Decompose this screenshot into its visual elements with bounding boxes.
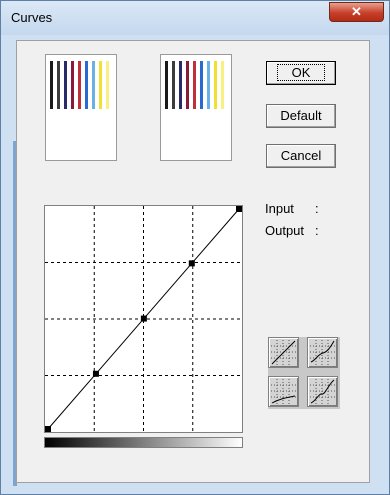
tone-gradient-bar — [44, 437, 243, 448]
brighten-curve-icon — [310, 340, 335, 365]
preview-stripe — [106, 61, 109, 109]
preview-stripe — [186, 61, 189, 109]
default-button[interactable]: Default — [266, 104, 336, 128]
preview-stripe — [99, 61, 102, 109]
darken-curve-icon — [271, 379, 296, 404]
preset-linear-button[interactable] — [268, 337, 299, 368]
preview-stripe — [221, 61, 224, 109]
ok-button-label: OK — [276, 64, 326, 81]
contrast-curve-icon — [310, 379, 335, 404]
preview-stripe — [64, 61, 67, 109]
curve-control-point[interactable] — [140, 315, 147, 322]
ok-button[interactable]: OK — [266, 61, 336, 85]
preview-stripe — [50, 61, 53, 109]
curve-control-point[interactable] — [236, 206, 242, 212]
preview-after-stripes — [165, 61, 227, 109]
dialog-client-area: OK Default Cancel Input : Output : — [16, 40, 370, 483]
linear-curve-icon — [271, 340, 296, 365]
preview-stripe — [179, 61, 182, 109]
close-icon: ✕ — [351, 4, 362, 19]
preset-brighten-button[interactable] — [307, 337, 338, 368]
title-bar[interactable]: Curves ✕ — [1, 1, 389, 35]
preview-stripe — [214, 61, 217, 109]
input-label: Input — [265, 201, 294, 216]
preview-after — [160, 54, 232, 161]
input-separator: : — [315, 201, 319, 216]
preview-stripe — [57, 61, 60, 109]
curve-presets — [268, 337, 340, 409]
preset-contrast-button[interactable] — [307, 376, 338, 407]
preview-stripe — [165, 61, 168, 109]
curve-graph[interactable] — [44, 205, 243, 433]
curve-control-point[interactable] — [92, 370, 99, 377]
preview-stripe — [172, 61, 175, 109]
preview-before — [45, 54, 117, 161]
preview-stripe — [71, 61, 74, 109]
preview-stripe — [92, 61, 95, 109]
curve-control-point[interactable] — [45, 426, 51, 432]
curve-control-point[interactable] — [188, 260, 195, 267]
output-label: Output — [265, 223, 305, 238]
preview-stripe — [200, 61, 203, 109]
close-button[interactable]: ✕ — [329, 2, 384, 22]
preview-stripe — [78, 61, 81, 109]
output-separator: : — [315, 223, 319, 238]
preview-stripe — [193, 61, 196, 109]
preview-before-stripes — [50, 61, 112, 109]
cancel-button[interactable]: Cancel — [266, 144, 336, 168]
preview-stripe — [85, 61, 88, 109]
curve-canvas[interactable] — [45, 206, 242, 432]
curves-dialog: Curves ✕ OK Default Cancel Input : Outpu… — [0, 0, 390, 495]
window-title: Curves — [11, 10, 53, 25]
preset-darken-button[interactable] — [268, 376, 299, 407]
preview-stripe — [207, 61, 210, 109]
